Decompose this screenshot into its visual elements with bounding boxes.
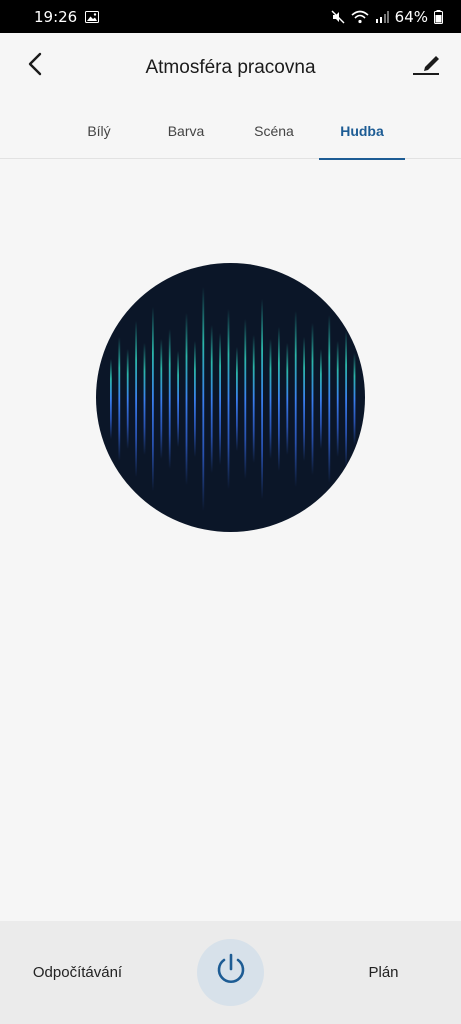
wave-bar (135, 321, 137, 477)
tab-label: Bílý (87, 123, 111, 139)
wave-bar (252, 335, 255, 463)
wave-bar (236, 347, 238, 451)
power-icon (214, 952, 248, 993)
wave-bar (194, 341, 196, 457)
wave-bar (126, 349, 129, 449)
chevron-left-icon (27, 52, 43, 81)
wave-bar (118, 337, 121, 461)
status-right: 64% (331, 8, 443, 26)
power-button[interactable] (197, 939, 264, 1006)
bottom-bar: Odpočítávání Plán (0, 921, 461, 1024)
wave-bar (278, 327, 280, 471)
back-button[interactable] (20, 51, 50, 81)
wifi-icon (351, 10, 369, 24)
pencil-icon (411, 51, 441, 82)
wave-bar (328, 315, 331, 483)
music-circle (96, 263, 365, 532)
schedule-label: Plán (368, 964, 399, 981)
wave-bar (143, 343, 146, 455)
page-title: Atmosféra pracovna (145, 57, 316, 78)
wave-bar (152, 307, 154, 491)
wave-bar (311, 323, 314, 475)
battery-text: 64% (394, 7, 428, 26)
tab-bar: Bílý Barva Scéna Hudba (0, 103, 461, 160)
schedule-button[interactable]: Plán (306, 921, 461, 1024)
countdown-button[interactable]: Odpočítávání (0, 921, 155, 1024)
wave-bar (353, 353, 356, 445)
tab-label: Hudba (340, 123, 384, 139)
wave-bar (168, 329, 171, 469)
wave-bar (219, 333, 221, 465)
tab-color[interactable]: Barva (143, 103, 229, 159)
status-bar: 19:26 64% (0, 0, 461, 33)
music-visualizer (96, 263, 365, 532)
signal-icon (375, 10, 389, 23)
wave-bar (210, 325, 213, 473)
gallery-icon (85, 10, 100, 23)
status-left: 19:26 (34, 7, 100, 26)
wave-bar (185, 313, 188, 485)
wave-bar (160, 339, 163, 459)
tab-music[interactable]: Hudba (319, 103, 405, 160)
wave-bar (294, 311, 297, 487)
wave-bar (261, 299, 263, 499)
edit-button[interactable] (409, 49, 443, 83)
app-header: Atmosféra pracovna (0, 33, 461, 103)
wave-bar (286, 343, 289, 455)
wave-bar (202, 287, 205, 511)
wave-bar (110, 359, 112, 439)
tab-label: Scéna (254, 123, 294, 139)
countdown-label: Odpočítávání (32, 964, 123, 981)
status-time: 19:26 (34, 7, 78, 26)
wave-bar (320, 349, 322, 449)
wave-bar (269, 339, 272, 459)
tab-white[interactable]: Bílý (56, 103, 142, 159)
mute-icon (331, 10, 345, 24)
battery-icon (434, 9, 443, 24)
wave-bar (177, 351, 179, 447)
wave-bar (227, 309, 230, 489)
sound-wave-graphic (110, 287, 356, 511)
tab-label: Barva (167, 123, 205, 139)
wave-bar (303, 337, 305, 461)
tab-scene[interactable]: Scéna (231, 103, 317, 159)
wave-bar (345, 331, 347, 467)
wave-bar (244, 319, 247, 479)
wave-bar (336, 341, 339, 457)
